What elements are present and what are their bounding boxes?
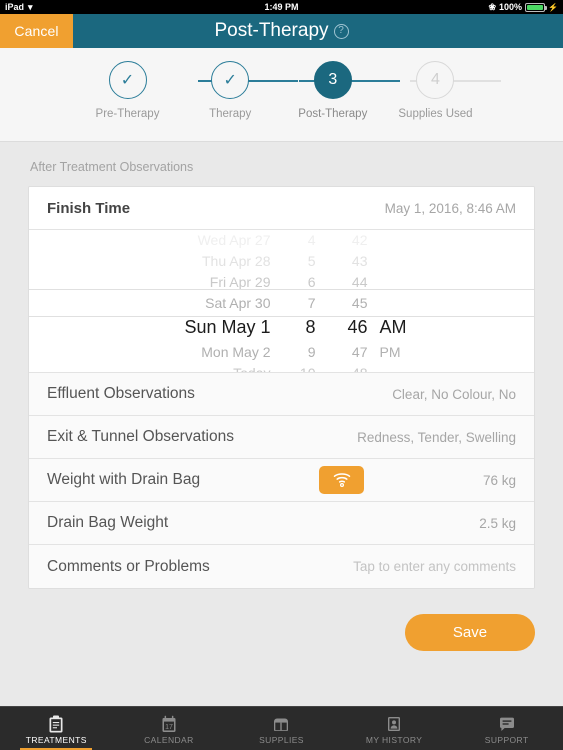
exit-tunnel-observations-label: Exit & Tunnel Observations [47, 428, 234, 445]
battery-percent-label: 100% [499, 2, 523, 12]
page-title: Post-Therapy [214, 20, 329, 41]
svg-text:17: 17 [165, 724, 173, 731]
picker-date: Thu Apr 28 [202, 252, 271, 269]
picker-hour: 6 [307, 273, 316, 290]
navigation-title-group: Post-Therapy ? [0, 14, 563, 48]
step-label-4: Supplies Used [398, 108, 473, 120]
picker-hour-selected: 8 [305, 316, 316, 337]
picker-meridiem [368, 365, 428, 373]
picker-minute: 44 [351, 273, 368, 290]
lightning-bolt-icon: ⚡ [548, 2, 558, 12]
clipboard-icon [49, 715, 63, 732]
section-title: After Treatment Observations [30, 160, 194, 174]
status-bar-right: ❀ 100% ⚡ [488, 2, 558, 12]
main-content: After Treatment Observations Finish Time… [0, 142, 563, 706]
finish-time-value: May 1, 2016, 8:46 AM [384, 200, 516, 216]
step-label-2: Therapy [209, 108, 252, 120]
effluent-observations-label: Effluent Observations [47, 385, 195, 402]
weight-with-drain-bag-label: Weight with Drain Bag [47, 471, 201, 488]
tab-label-supplies: SUPPLIES [259, 734, 304, 745]
save-button-container: Save [0, 589, 563, 651]
status-bar-time: 1:49 PM [264, 2, 299, 12]
tab-label-my-history: MY HISTORY [365, 734, 423, 745]
picker-date-selected: Sun May 1 [184, 316, 271, 337]
calendar-icon: 17 [162, 715, 176, 732]
stepper-steps: ✓ Pre-Therapy ✓ Therapy 3 Post-Therapy 4… [77, 48, 501, 120]
effluent-observations-row[interactable]: Effluent Observations Clear, No Colour, … [29, 373, 534, 416]
comments-or-problems-label: Comments or Problems [47, 557, 210, 575]
step-therapy[interactable]: ✓ Therapy [179, 61, 281, 120]
tab-my-history[interactable]: MY HISTORY [338, 707, 451, 750]
picker-row[interactable]: Wed Apr 27 4 42 [29, 230, 534, 250]
picker-minute-selected: 46 [347, 316, 368, 337]
weight-row-middle [200, 466, 483, 494]
picker-row[interactable]: Mon May 2 9 47 PM [29, 341, 534, 362]
step-pre-therapy[interactable]: ✓ Pre-Therapy [77, 61, 179, 120]
step-supplies-used[interactable]: 4 Supplies Used [384, 61, 486, 120]
cancel-button[interactable]: Cancel [0, 14, 73, 48]
picker-hour: 9 [307, 343, 316, 360]
person-card-icon [388, 716, 401, 731]
box-icon [274, 718, 289, 731]
tab-bar: TREATMENTS 17 CALENDAR SUPPLIES MY HISTO… [0, 706, 563, 750]
tab-label-treatments: TREATMENTS [25, 734, 87, 745]
picker-minute: 48 [351, 364, 368, 373]
picker-date: Fri Apr 29 [209, 273, 271, 290]
exit-tunnel-observations-row[interactable]: Exit & Tunnel Observations Redness, Tend… [29, 416, 534, 459]
exit-tunnel-observations-value: Redness, Tender, Swelling [357, 429, 516, 445]
bluetooth-icon: ❀ [488, 1, 496, 12]
picker-meridiem [368, 253, 428, 269]
tab-supplies[interactable]: SUPPLIES [225, 707, 338, 750]
picker-selection-band [29, 289, 534, 317]
picker-date: Today [233, 364, 271, 373]
finish-time-row[interactable]: Finish Time May 1, 2016, 8:46 AM [29, 187, 534, 230]
picker-meridiem-selected: AM [379, 316, 407, 337]
step-marker-4: 4 [416, 61, 455, 99]
progress-stepper: ✓ Pre-Therapy ✓ Therapy 3 Post-Therapy 4… [0, 48, 563, 142]
picker-date: Mon May 2 [201, 343, 271, 360]
picker-row[interactable]: Today 10 48 [29, 362, 534, 373]
finish-time-label: Finish Time [47, 199, 131, 217]
picker-meridiem: PM [379, 343, 401, 360]
step-post-therapy[interactable]: 3 Post-Therapy [282, 61, 384, 120]
tab-label-calendar: CALENDAR [144, 734, 194, 745]
navigation-bar: Cancel Post-Therapy ? [0, 14, 563, 48]
picker-hour: 5 [307, 252, 316, 269]
picker-row-selected[interactable]: Sun May 1 8 46 AM [29, 313, 534, 341]
observations-card: Finish Time May 1, 2016, 8:46 AM Wed Apr… [28, 186, 535, 589]
picker-hour: 10 [299, 364, 316, 373]
battery-full-icon [525, 2, 548, 12]
weight-with-drain-bag-row[interactable]: Weight with Drain Bag 76 kg [29, 459, 534, 502]
picker-meridiem [368, 232, 428, 248]
status-bar: iPad ▾ 1:49 PM ❀ 100% ⚡ [0, 0, 563, 14]
datetime-picker[interactable]: Wed Apr 27 4 42 Thu Apr 28 5 43 Fri Apr … [29, 230, 534, 373]
drain-bag-weight-label: Drain Bag Weight [47, 514, 169, 531]
step-marker-3: 3 [313, 61, 352, 99]
speech-bubble-icon [499, 717, 514, 731]
tab-label-support: SUPPORT [484, 734, 529, 745]
tab-treatments[interactable]: TREATMENTS [0, 707, 113, 750]
tab-support[interactable]: SUPPORT [450, 707, 563, 750]
save-button[interactable]: Save [405, 614, 535, 651]
picker-minute: 47 [351, 343, 368, 360]
picker-minute: 43 [351, 252, 368, 269]
picker-meridiem [368, 274, 428, 290]
picker-row[interactable]: Thu Apr 28 5 43 [29, 250, 534, 271]
step-marker-1: ✓ [108, 61, 147, 99]
picker-date: Wed Apr 27 [197, 231, 271, 248]
comments-or-problems-row[interactable]: Comments or Problems Tap to enter any co… [29, 545, 534, 588]
drain-bag-weight-value: 2.5 kg [479, 515, 516, 531]
wireless-signal-icon[interactable] [319, 466, 365, 494]
question-mark-circle-icon[interactable]: ? [333, 23, 349, 39]
comments-or-problems-placeholder: Tap to enter any comments [353, 559, 516, 574]
weight-with-drain-bag-value: 76 kg [482, 472, 516, 488]
step-label-1: Pre-Therapy [95, 108, 160, 120]
step-label-3: Post-Therapy [298, 108, 368, 120]
drain-bag-weight-row[interactable]: Drain Bag Weight 2.5 kg [29, 502, 534, 545]
tab-calendar[interactable]: 17 CALENDAR [113, 707, 226, 750]
picker-hour: 4 [307, 231, 316, 248]
picker-minute: 42 [351, 231, 368, 248]
step-marker-2: ✓ [211, 61, 250, 99]
effluent-observations-value: Clear, No Colour, No [392, 386, 516, 402]
